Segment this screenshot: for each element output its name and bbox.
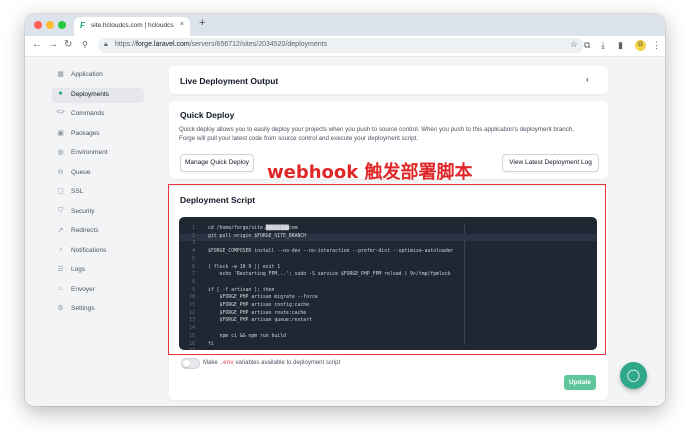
tab-bar: F site.hcloudcs.com | hcloudcs × + [25, 14, 665, 36]
sidebar-item-settings[interactable]: ⚙ Settings [52, 302, 144, 317]
profile-avatar[interactable]: G [635, 40, 646, 51]
queue-icon: ⊖ [57, 169, 64, 176]
maximize-window-button[interactable] [58, 21, 66, 29]
url-text: https://forge.laravel.com/servers/656712… [115, 41, 328, 48]
sidebar-toggle-icon[interactable]: ▮ [618, 40, 623, 51]
chat-bubble-icon: ◯ [626, 368, 641, 382]
env-toggle-label: Make .env variables available to deploym… [203, 359, 341, 366]
forward-arrow-icon[interactable]: → [48, 39, 58, 50]
quick-deploy-description-line2: Forge will pull your latest code from so… [179, 135, 419, 142]
menu-dots-icon[interactable]: ⋮ [652, 40, 661, 51]
sidebar-item-redirects[interactable]: ↗ Redirects [52, 224, 144, 239]
commands-icon: <> [56, 109, 65, 116]
site-info-icon[interactable]: ⚲ [82, 40, 88, 49]
forge-favicon-icon: F [80, 21, 85, 30]
sidebar-item-notifications[interactable]: ♪ Notifications [52, 244, 144, 259]
sidebar-item-environment[interactable]: ◍ Environment [52, 146, 144, 161]
close-window-button[interactable] [34, 21, 42, 29]
sidebar-item-label: Application [71, 71, 103, 78]
packages-icon: ▣ [57, 130, 64, 137]
quick-deploy-title: Quick Deploy [180, 110, 235, 120]
annotation-highlight-box [168, 184, 606, 355]
reload-icon[interactable]: ↻ [64, 39, 72, 50]
sidebar-item-label: Environment [71, 149, 108, 156]
browser-tab[interactable]: F site.hcloudcs.com | hcloudcs × [74, 17, 190, 36]
security-icon: ⛉ [57, 207, 64, 214]
environment-icon: ◍ [57, 149, 64, 156]
sidebar-item-label: Deployments [71, 91, 109, 98]
collapse-chevron-icon[interactable]: ‹ [586, 75, 589, 84]
sidebar-item-application[interactable]: ▦ Application [52, 68, 144, 83]
sidebar-item-deployments[interactable]: ● Deployments [52, 88, 144, 103]
sidebar-item-label: Settings [71, 305, 95, 312]
sidebar-item-label: Commands [71, 110, 105, 117]
notifications-icon: ♪ [58, 246, 63, 253]
sidebar-item-label: Envoyer [71, 286, 95, 293]
live-deployment-output-card: Live Deployment Output ‹ [169, 66, 608, 94]
download-icon[interactable]: ⤓ [601, 40, 605, 51]
chat-support-button[interactable]: ◯ [620, 362, 647, 389]
new-tab-button[interactable]: + [199, 17, 205, 29]
back-arrow-icon[interactable]: ← [32, 39, 42, 50]
envoyer-icon: ⌂ [58, 285, 63, 292]
toggle-knob [183, 360, 190, 367]
quick-deploy-description-line1: Quick deploy allows you to easily deploy… [179, 126, 574, 133]
sidebar-item-logs[interactable]: ☰ Logs [52, 263, 144, 278]
tab-close-icon[interactable]: × [180, 21, 184, 28]
sidebar-item-queue[interactable]: ⊖ Queue [52, 166, 144, 181]
deployments-icon: ● [58, 90, 63, 97]
logs-icon: ☰ [57, 266, 64, 273]
sidebar-item-commands[interactable]: <> Commands [52, 107, 144, 122]
sidebar-item-label: Queue [71, 169, 91, 176]
sidebar-item-label: Packages [71, 130, 100, 137]
view-latest-deployment-log-button[interactable]: View Latest Deployment Log [502, 154, 599, 172]
url-bar[interactable]: 🔒︎ https://forge.laravel.com/servers/656… [98, 38, 584, 53]
ssl-icon: ▢ [57, 188, 64, 195]
lock-icon: 🔒︎ [104, 41, 108, 48]
sidebar-item-label: Security [71, 208, 95, 215]
sidebar-item-envoyer[interactable]: ⌂ Envoyer [52, 283, 144, 298]
application-icon: ▦ [57, 71, 64, 78]
minimize-window-button[interactable] [46, 21, 54, 29]
sidebar-item-packages[interactable]: ▣ Packages [52, 127, 144, 142]
redirects-icon: ↗ [57, 227, 64, 234]
annotation-label: webhook 触发部署脚本 [267, 162, 473, 183]
sidebar-item-label: Redirects [71, 227, 99, 234]
update-button[interactable]: Update [564, 375, 596, 390]
sidebar-item-label: SSL [71, 188, 84, 195]
sidebar-item-label: Notifications [71, 247, 107, 254]
sidebar-item-ssl[interactable]: ▢ SSL [52, 185, 144, 200]
extensions-icon[interactable]: ⧉ [584, 40, 590, 51]
sidebar-item-security[interactable]: ⛉ Security [52, 205, 144, 220]
bookmark-star-icon[interactable]: ☆ [570, 39, 578, 50]
env-variables-toggle[interactable] [181, 358, 200, 369]
address-toolbar: ← → ↻ ⚲ 🔒︎ https://forge.laravel.com/ser… [25, 36, 665, 57]
settings-icon: ⚙ [57, 305, 64, 312]
live-deployment-output-title: Live Deployment Output [180, 76, 279, 86]
tab-title: site.hcloudcs.com | hcloudcs [91, 22, 174, 29]
sidebar-item-label: Logs [71, 266, 86, 273]
manage-quick-deploy-button[interactable]: Manage Quick Deploy [180, 154, 254, 172]
